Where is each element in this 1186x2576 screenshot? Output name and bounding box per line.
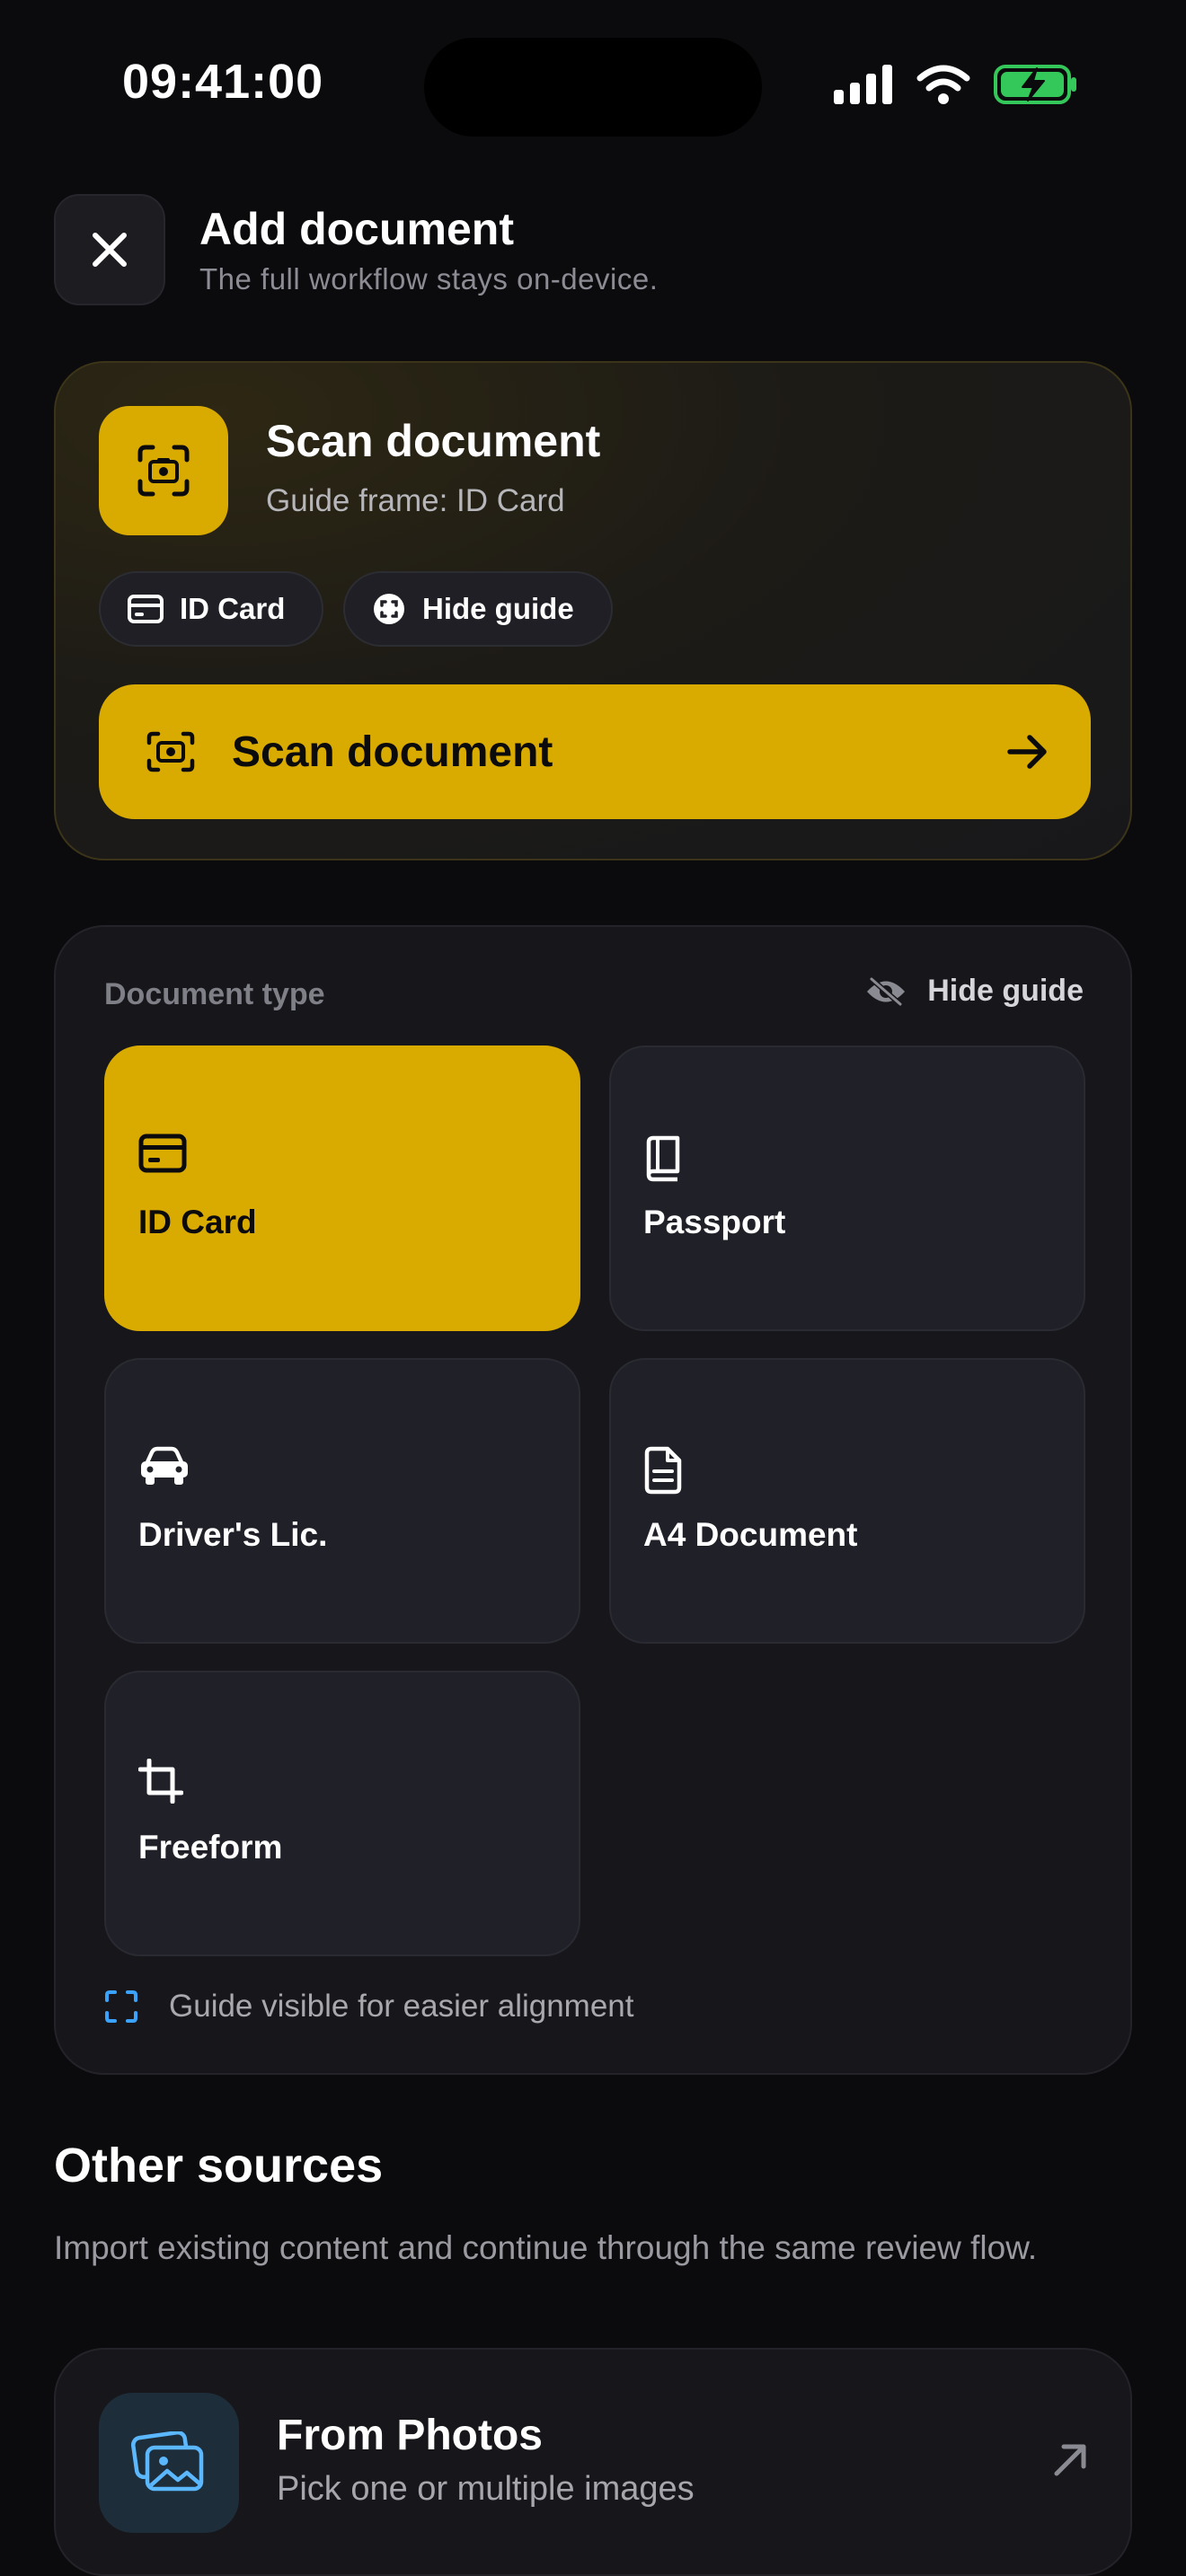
file-icon (644, 1446, 682, 1495)
arrow-right-icon (1007, 735, 1047, 769)
book-icon (646, 1135, 680, 1182)
scan-card-title: Scan document (266, 416, 601, 466)
card-icon (128, 595, 164, 623)
crop-icon (138, 1759, 183, 1804)
battery-charging-icon (994, 65, 1076, 104)
arrow-up-right-icon (1054, 2444, 1086, 2476)
camera-scan-icon (137, 445, 190, 497)
status-time: 09:41:00 (122, 55, 324, 109)
chip-hide-guide[interactable]: Hide guide (343, 571, 613, 647)
type-tile-drivers-license[interactable]: Driver's Lic. (104, 1358, 580, 1644)
scan-card-icon-box (99, 406, 228, 535)
type-tile-label: Passport (643, 1204, 786, 1240)
type-tile-label: Driver's Lic. (138, 1516, 328, 1553)
chip-hide-guide-label: Hide guide (422, 592, 574, 625)
type-tile-label: Freeform (138, 1829, 283, 1866)
hide-guide-toggle[interactable]: Hide guide (864, 974, 1084, 1009)
car-icon (141, 1446, 188, 1485)
guide-hint-text: Guide visible for easier alignment (169, 1989, 634, 2024)
other-sources-description: Import existing content and continue thr… (54, 2229, 1038, 2266)
photos-icon (131, 2431, 204, 2492)
eye-off-icon (867, 975, 906, 1007)
from-photos-subtitle: Pick one or multiple images (277, 2470, 695, 2508)
close-icon (93, 233, 127, 267)
wifi-icon (916, 65, 970, 104)
type-tile-passport[interactable]: Passport (609, 1045, 1085, 1331)
chip-id-card-label: ID Card (180, 592, 286, 625)
scan-document-button[interactable]: Scan document (99, 684, 1091, 819)
guide-hint: Guide visible for easier alignment (104, 1989, 633, 2025)
type-tile-a4-document[interactable]: A4 Document (609, 1358, 1085, 1644)
from-photos-card[interactable]: From Photos Pick one or multiple images (54, 2348, 1132, 2576)
type-tile-freeform[interactable]: Freeform (104, 1671, 580, 1956)
other-sources-title: Other sources (54, 2139, 384, 2192)
hide-guide-toggle-label: Hide guide (927, 974, 1084, 1008)
close-button[interactable] (54, 194, 165, 305)
cellular-signal-icon (834, 65, 892, 104)
page-subtitle: The full workflow stays on-device. (199, 262, 659, 296)
chip-id-card[interactable]: ID Card (99, 571, 323, 647)
from-photos-title: From Photos (277, 2412, 543, 2459)
status-icons (834, 63, 1078, 106)
page-title: Add document (199, 204, 514, 254)
photos-icon-box (99, 2393, 239, 2533)
dynamic-island (424, 38, 762, 137)
add-document-screen: 09:41:00 Add document The full workflow … (0, 0, 1186, 2576)
document-type-panel: Document type Hide guide ID Card Passpor… (54, 925, 1132, 2075)
type-tile-label: A4 Document (643, 1516, 858, 1553)
scan-card: Scan document Guide frame: ID Card ID Ca… (54, 361, 1132, 860)
scan-document-button-label: Scan document (232, 728, 553, 776)
document-type-label: Document type (104, 977, 325, 1011)
scan-card-subtitle: Guide frame: ID Card (266, 483, 565, 518)
type-tile-label: ID Card (138, 1204, 257, 1240)
card-icon (138, 1134, 187, 1173)
frame-corners-icon (105, 1990, 137, 2023)
camera-icon (146, 731, 195, 772)
type-tile-id-card[interactable]: ID Card (104, 1045, 580, 1331)
guide-icon (374, 594, 404, 624)
